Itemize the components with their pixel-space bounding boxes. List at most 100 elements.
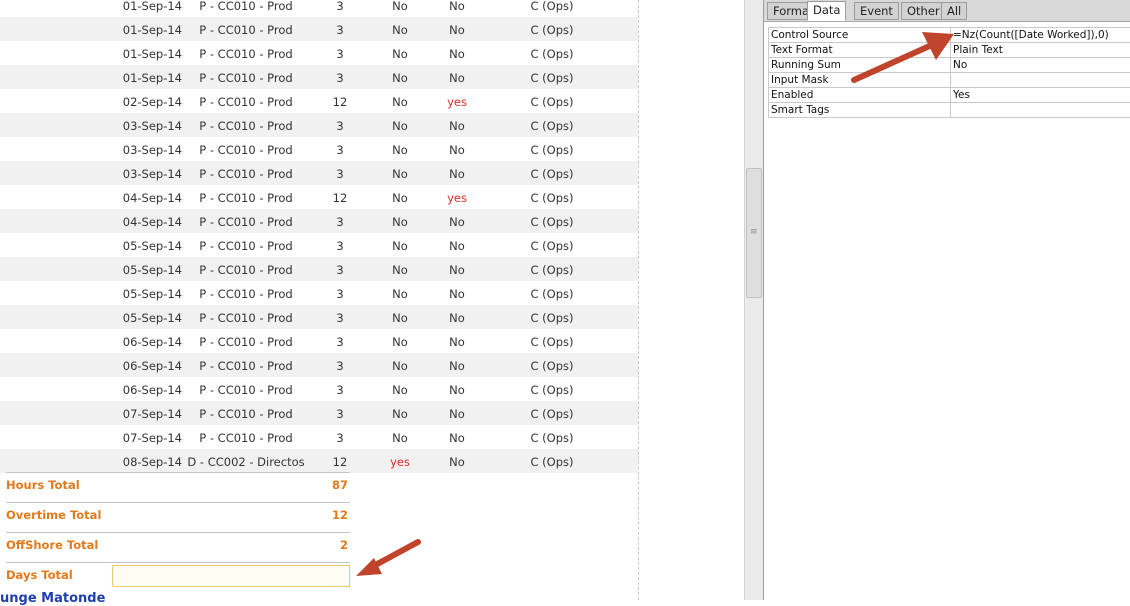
scrollbar-thumb[interactable]: ≡ xyxy=(746,168,762,298)
hours-cell: 3 xyxy=(322,215,358,229)
project-cell: P - CC010 - Prod xyxy=(186,143,306,157)
date-cell: 03-Sep-14 xyxy=(112,143,182,157)
offshore-total: OffShore Total 2 xyxy=(6,538,350,562)
hours-cell: 12 xyxy=(322,455,358,469)
table-row: 05-Sep-14P - CC010 - Prod3NoNoC (Ops) xyxy=(0,305,638,329)
hours-cell: 3 xyxy=(322,287,358,301)
red-arrow-icon xyxy=(352,536,424,580)
employee-name-footer: unge Matonde xyxy=(0,591,105,606)
status-cell: C (Ops) xyxy=(510,359,594,373)
total-label: OffShore Total xyxy=(6,538,98,552)
project-cell: P - CC010 - Prod xyxy=(186,95,306,109)
offshore-cell: No xyxy=(436,335,478,349)
table-row: 06-Sep-14P - CC010 - Prod3NoNoC (Ops) xyxy=(0,377,638,401)
property-row[interactable]: EnabledYes xyxy=(769,88,1130,103)
overtime-cell: No xyxy=(380,119,420,133)
tab-all[interactable]: All xyxy=(941,2,967,20)
hours-cell: 3 xyxy=(322,335,358,349)
date-cell: 05-Sep-14 xyxy=(112,287,182,301)
offshore-cell: No xyxy=(436,263,478,277)
property-value-field[interactable]: No xyxy=(951,58,1130,73)
tab-event[interactable]: Event xyxy=(854,2,899,20)
overtime-cell: No xyxy=(380,143,420,157)
date-cell: 06-Sep-14 xyxy=(112,383,182,397)
hours-cell: 12 xyxy=(322,191,358,205)
property-sheet: FormatDataEventOtherAll Control Source=N… xyxy=(763,0,1130,600)
property-row[interactable]: Input Mask xyxy=(769,73,1130,88)
project-cell: D - CC002 - Directos xyxy=(186,455,306,469)
offshore-cell: No xyxy=(436,383,478,397)
status-cell: C (Ops) xyxy=(510,23,594,37)
project-cell: P - CC010 - Prod xyxy=(186,407,306,421)
offshore-cell: yes xyxy=(436,95,478,109)
date-cell: 01-Sep-14 xyxy=(112,23,182,37)
hours-cell: 3 xyxy=(322,119,358,133)
total-value: 87 xyxy=(332,478,348,492)
total-value: 2 xyxy=(340,538,348,552)
property-name: Control Source xyxy=(769,28,951,43)
status-cell: C (Ops) xyxy=(510,263,594,277)
overtime-cell: No xyxy=(380,0,420,13)
table-row: 01-Sep-14P - CC010 - Prod3NoNoC (Ops) xyxy=(0,17,638,41)
table-row: 01-Sep-14P - CC010 - Prod3NoNoC (Ops) xyxy=(0,0,638,17)
tab-data[interactable]: Data xyxy=(807,1,846,21)
property-value-field[interactable] xyxy=(951,103,1130,118)
property-value-field[interactable] xyxy=(951,73,1130,88)
total-label: Overtime Total xyxy=(6,508,101,522)
project-cell: P - CC010 - Prod xyxy=(186,71,306,85)
table-row: 05-Sep-14P - CC010 - Prod3NoNoC (Ops) xyxy=(0,281,638,305)
date-cell: 03-Sep-14 xyxy=(112,119,182,133)
overtime-cell: yes xyxy=(380,455,420,469)
offshore-cell: No xyxy=(436,239,478,253)
days-total-textbox-selected[interactable] xyxy=(112,565,350,587)
property-value-field[interactable]: Plain Text xyxy=(951,43,1130,58)
overtime-cell: No xyxy=(380,23,420,37)
status-cell: C (Ops) xyxy=(510,191,594,205)
table-row: 08-Sep-14D - CC002 - Directos12yesNoC (O… xyxy=(0,449,638,473)
property-row[interactable]: Smart Tags xyxy=(769,103,1130,118)
overtime-cell: No xyxy=(380,215,420,229)
overtime-cell: No xyxy=(380,407,420,421)
project-cell: P - CC010 - Prod xyxy=(186,359,306,373)
property-row[interactable]: Control Source=Nz(Count([Date Worked]),0… xyxy=(769,28,1130,43)
hours-cell: 3 xyxy=(322,71,358,85)
total-separator xyxy=(6,532,350,533)
project-cell: P - CC010 - Prod xyxy=(186,167,306,181)
table-row: 01-Sep-14P - CC010 - Prod3NoNoC (Ops) xyxy=(0,65,638,89)
total-separator xyxy=(6,562,350,563)
date-cell: 04-Sep-14 xyxy=(112,215,182,229)
overtime-cell: No xyxy=(380,431,420,445)
property-value-field[interactable]: =Nz(Count([Date Worked]),0) xyxy=(951,28,1130,43)
property-row[interactable]: Text FormatPlain Text xyxy=(769,43,1130,58)
project-cell: P - CC010 - Prod xyxy=(186,311,306,325)
overtime-cell: No xyxy=(380,311,420,325)
offshore-cell: No xyxy=(436,119,478,133)
status-cell: C (Ops) xyxy=(510,119,594,133)
project-cell: P - CC010 - Prod xyxy=(186,335,306,349)
project-cell: P - CC010 - Prod xyxy=(186,287,306,301)
vertical-scrollbar[interactable]: ≡ xyxy=(744,0,764,600)
table-row: 01-Sep-14P - CC010 - Prod3NoNoC (Ops) xyxy=(0,41,638,65)
property-name: Input Mask xyxy=(769,73,951,88)
table-row: 04-Sep-14P - CC010 - Prod12NoyesC (Ops) xyxy=(0,185,638,209)
date-cell: 05-Sep-14 xyxy=(112,311,182,325)
offshore-cell: yes xyxy=(436,191,478,205)
hours-cell: 3 xyxy=(322,311,358,325)
property-table: Control Source=Nz(Count([Date Worked]),0… xyxy=(768,27,1130,118)
hours-total: Hours Total87 xyxy=(6,478,350,502)
overtime-cell: No xyxy=(380,191,420,205)
date-cell: 04-Sep-14 xyxy=(112,191,182,205)
property-row[interactable]: Running SumNo xyxy=(769,58,1130,73)
status-cell: C (Ops) xyxy=(510,431,594,445)
date-cell: 03-Sep-14 xyxy=(112,167,182,181)
date-cell: 07-Sep-14 xyxy=(112,431,182,445)
status-cell: C (Ops) xyxy=(510,239,594,253)
offshore-cell: No xyxy=(436,143,478,157)
table-row: 06-Sep-14P - CC010 - Prod3NoNoC (Ops) xyxy=(0,329,638,353)
overtime-cell: No xyxy=(380,47,420,61)
date-cell: 01-Sep-14 xyxy=(112,0,182,13)
tab-other[interactable]: Other xyxy=(901,2,946,20)
property-value-field[interactable]: Yes xyxy=(951,88,1130,103)
status-cell: C (Ops) xyxy=(510,143,594,157)
total-separator xyxy=(6,472,350,473)
